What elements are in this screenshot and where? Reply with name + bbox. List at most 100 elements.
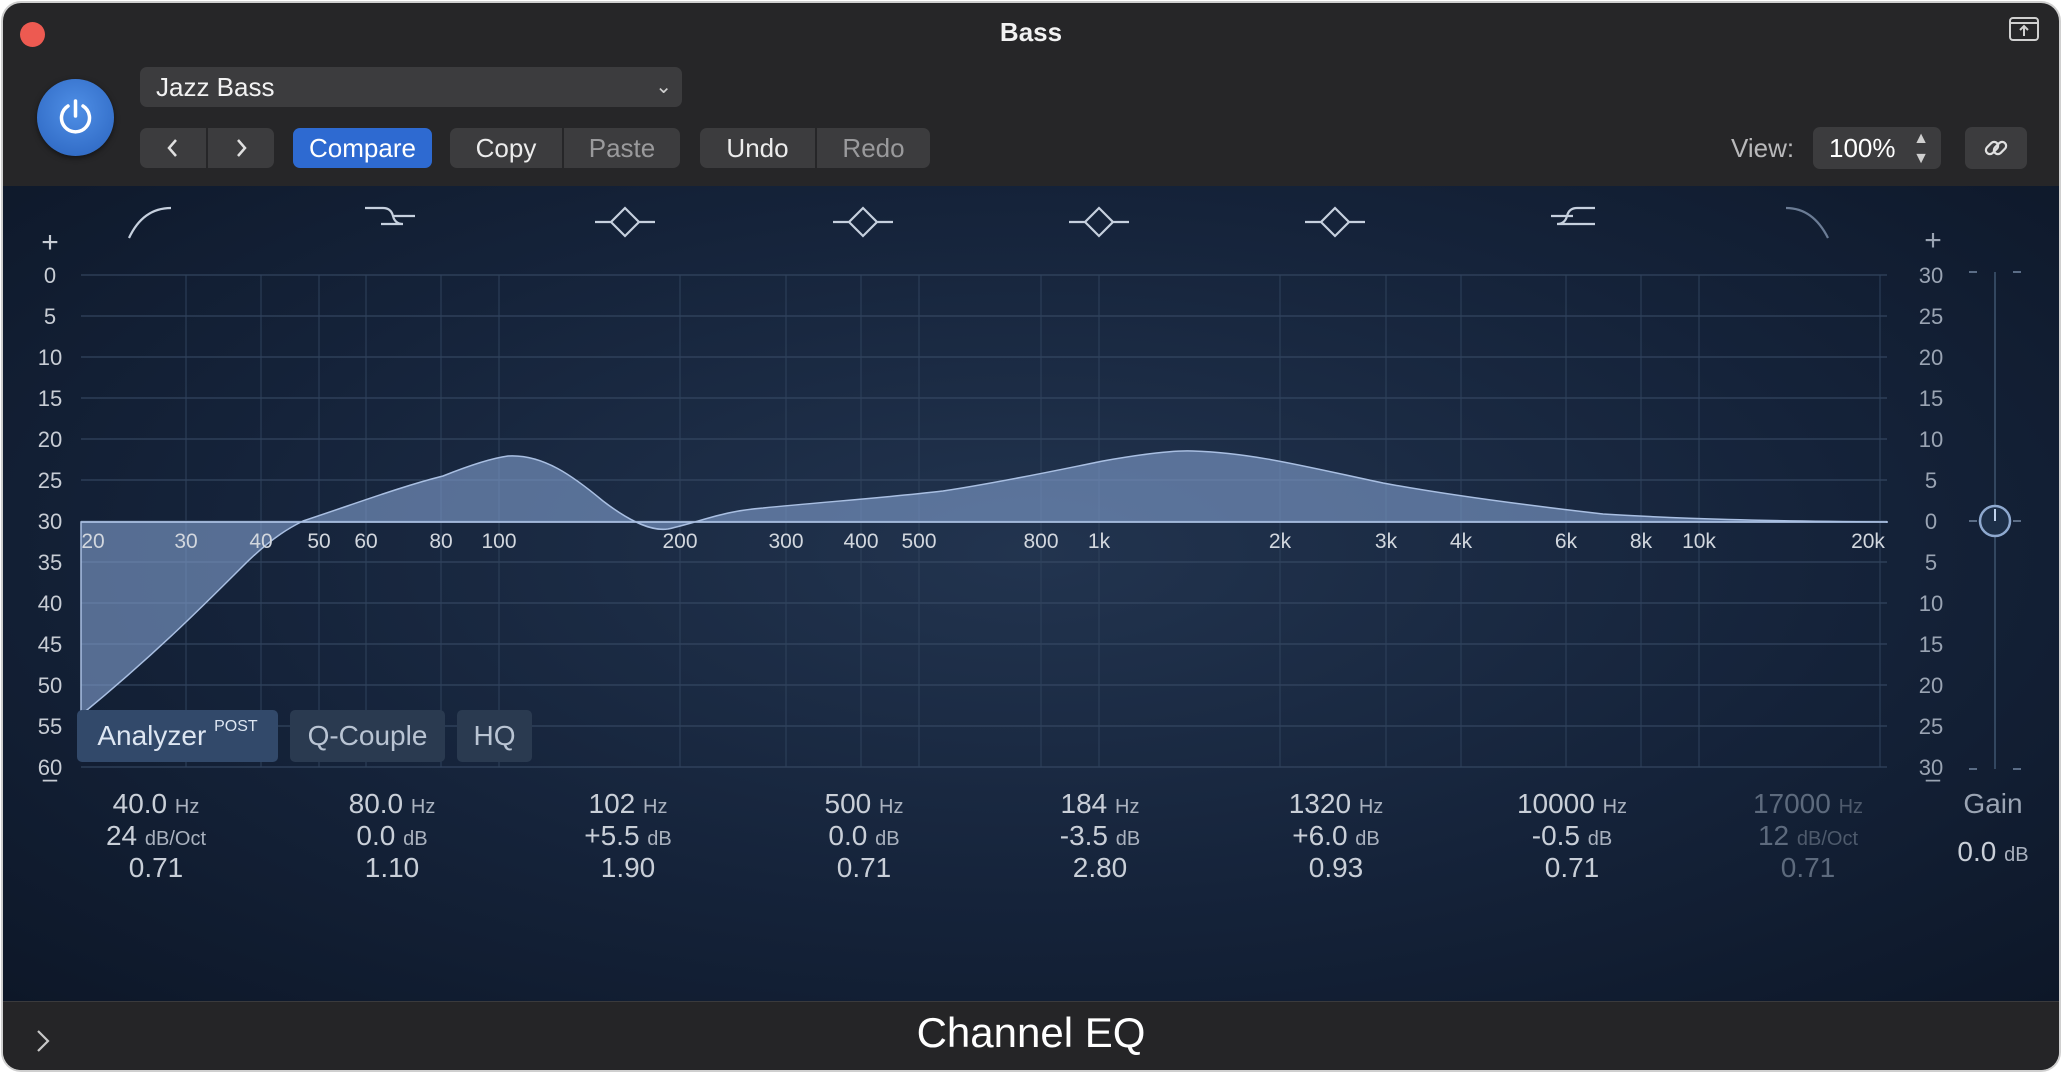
preset-name: Jazz Bass [156,72,275,102]
freq-label: 20k [1851,530,1885,553]
band-3-q[interactable]: 1.90 [528,852,728,884]
chevron-down-icon: ⌄ [655,76,672,98]
peak-icon[interactable] [1069,206,1129,238]
zoom-in-right-button[interactable]: + [1913,224,1953,258]
previous-preset-button[interactable] [140,128,206,168]
db-tick-right: 5 [1924,468,1938,493]
db-tick-right: 10 [1918,591,1944,616]
db-tick-right: 25 [1918,304,1944,329]
db-tick-left: 60 [37,755,63,780]
db-tick-right: 25 [1918,714,1944,739]
band-5-gain[interactable]: -3.5 dB [1000,820,1200,852]
band-3-frequency[interactable]: 102 Hz [528,788,728,820]
freq-label: 300 [768,530,804,553]
peak-icon[interactable] [833,206,893,238]
expand-icon[interactable] [2009,17,2039,41]
band-2-gain[interactable]: 0.0 dB [292,820,492,852]
db-tick-left: 5 [43,304,57,329]
db-tick-right: 5 [1924,550,1938,575]
band-7-gain[interactable]: -0.5 dB [1472,820,1672,852]
db-tick-left: 15 [37,386,63,411]
freq-label: 500 [901,530,937,553]
plugin-window: Bass Jazz Bass ⌄ Compare Copy Paste Undo… [3,3,2059,1070]
copy-button[interactable]: Copy [450,128,562,168]
link-icon [1984,140,2008,156]
band-2-frequency[interactable]: 80.0 Hz [292,788,492,820]
freq-label: 3k [1374,530,1398,553]
band-4-gain[interactable]: 0.0 dB [764,820,964,852]
band-1-slope[interactable]: 24 dB/Oct [56,820,256,852]
view-label: View: [1731,133,1795,163]
db-tick-left: 25 [37,468,63,493]
freq-label: 50 [307,530,331,553]
freq-label: 40 [249,530,273,553]
band-7-frequency[interactable]: 10000 Hz [1472,788,1672,820]
band-6-frequency[interactable]: 1320 Hz [1236,788,1436,820]
freq-label: 8k [1629,530,1653,553]
high-cut-icon[interactable] [1785,206,1829,239]
gain-value[interactable]: 0.0 dB [1938,836,2048,868]
undo-button[interactable]: Undo [700,128,815,168]
freq-label: 4k [1449,530,1473,553]
band-4-frequency[interactable]: 500 Hz [764,788,964,820]
db-tick-right: 15 [1918,386,1944,411]
eq-curve[interactable] [80,450,1888,717]
band-1-frequency[interactable]: 40.0 Hz [56,788,256,820]
freq-label: 2k [1268,530,1292,553]
view-zoom-select[interactable]: 100% ▲ ▼ [1813,127,1941,169]
freq-label: 800 [1023,530,1059,553]
db-tick-left: 10 [37,345,63,370]
db-tick-left: 0 [43,263,57,288]
band-6-q[interactable]: 0.93 [1236,852,1436,884]
freq-label: 80 [429,530,453,553]
hq-button[interactable]: HQ [457,710,532,762]
view-zoom-value: 100% [1829,133,1896,163]
peak-icon[interactable] [1305,206,1365,238]
db-tick-right: 20 [1918,345,1944,370]
next-preset-button[interactable] [208,128,274,168]
chevron-right-icon [237,139,247,157]
band-2-q[interactable]: 1.10 [292,852,492,884]
redo-button[interactable]: Redo [817,128,930,168]
db-tick-left: 45 [37,632,63,657]
high-shelf-icon[interactable] [1551,206,1595,226]
db-tick-right: 0 [1924,509,1938,534]
power-button[interactable] [37,79,114,156]
freq-label: 6k [1554,530,1578,553]
freq-label: 20 [81,530,105,553]
band-7-q[interactable]: 0.71 [1472,852,1672,884]
db-tick-left: 55 [37,714,63,739]
compare-button[interactable]: Compare [293,128,432,168]
db-tick-left: 50 [37,673,63,698]
db-tick-left: 35 [37,550,63,575]
peak-icon[interactable] [595,206,655,238]
band-5-frequency[interactable]: 184 Hz [1000,788,1200,820]
freq-label: 200 [662,530,698,553]
band-8-frequency[interactable]: 17000 Hz [1708,788,1908,820]
band-3-gain[interactable]: +5.5 dB [528,820,728,852]
low-shelf-icon[interactable] [365,206,415,226]
band-5-q[interactable]: 2.80 [1000,852,1200,884]
title-bar: Bass [3,3,2059,63]
q-couple-button[interactable]: Q-Couple [290,710,445,762]
band-8-slope[interactable]: 12 dB/Oct [1708,820,1908,852]
freq-label: 400 [843,530,879,553]
paste-button[interactable]: Paste [564,128,680,168]
band-1-q[interactable]: 0.71 [56,852,256,884]
plugin-footer: Channel EQ [3,1001,2059,1070]
db-tick-right: 20 [1918,673,1944,698]
preset-menu[interactable]: Jazz Bass ⌄ [140,67,682,107]
db-tick-left: 40 [37,591,63,616]
db-tick-right: 30 [1918,755,1944,780]
analyzer-button[interactable]: Analyzer POST [77,710,278,762]
band-8-q[interactable]: 0.71 [1708,852,1908,884]
link-button[interactable] [1965,127,2027,169]
db-tick-right: 15 [1918,632,1944,657]
low-cut-icon[interactable] [128,206,172,239]
power-icon [59,99,92,134]
band-6-gain[interactable]: +6.0 dB [1236,820,1436,852]
db-tick-left: 30 [37,509,63,534]
band-4-q[interactable]: 0.71 [764,852,964,884]
freq-label: 30 [174,530,198,553]
zoom-in-left-button[interactable]: + [30,226,70,260]
